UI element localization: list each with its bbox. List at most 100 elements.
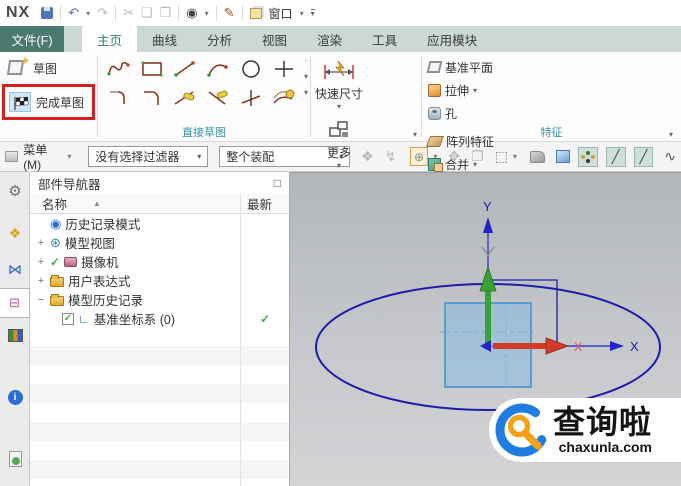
- dialog-launcher-icon[interactable]: ▾: [669, 130, 673, 139]
- assembly-navigator-button[interactable]: ❖: [0, 218, 30, 248]
- menu-button[interactable]: 菜单(M): [23, 141, 62, 172]
- check-icon: ✓: [50, 254, 61, 269]
- chaxunla-logo-icon: [495, 403, 549, 457]
- panel-title: 部件导航器: [38, 177, 101, 192]
- checkbox-checked[interactable]: ✓: [62, 312, 74, 325]
- copy-icon[interactable]: ❏: [141, 5, 153, 21]
- sort-ascending-icon[interactable]: ▲: [93, 199, 241, 208]
- undo-dropdown-icon[interactable]: ▾: [86, 9, 90, 18]
- ribbon-tab-bar: 文件(F) 主页 曲线 分析 视图 渲染 工具 应用模块: [0, 26, 681, 52]
- paste-icon[interactable]: ❐: [160, 5, 172, 21]
- extrude-button[interactable]: 拉伸 ▾: [428, 80, 681, 100]
- tab-analysis[interactable]: 分析: [192, 26, 247, 52]
- navigator-column-header[interactable]: 名称 ▲ 最新: [30, 194, 289, 214]
- gallery-up-icon[interactable]: ·: [305, 56, 308, 65]
- brush-icon[interactable]: ✎: [224, 5, 235, 21]
- display-dropdown-icon[interactable]: ▾: [205, 9, 209, 18]
- quick-extend-tool-button[interactable]: [201, 83, 234, 112]
- collapse-icon[interactable]: −: [36, 294, 46, 306]
- reuse-library-button[interactable]: [0, 320, 30, 350]
- customize-quick-access-icon[interactable]: ▾: [310, 9, 315, 18]
- rapid-dimension-button[interactable]: 快速尺寸 ▾: [313, 55, 365, 111]
- part-navigator-header: 部件导航器 □: [30, 172, 289, 194]
- menu-dropdown-icon[interactable]: ▾: [67, 152, 71, 161]
- watermark-title: 查询啦: [553, 402, 653, 441]
- selection-filter-dropdown[interactable]: 没有选择过滤器 ▾: [88, 146, 209, 167]
- tab-tools[interactable]: 工具: [357, 26, 412, 52]
- profile-tool-button[interactable]: [102, 54, 135, 83]
- redo-icon[interactable]: ↷: [97, 5, 108, 21]
- fillet-icon: [109, 90, 125, 104]
- quick-trim-tool-button[interactable]: [168, 83, 201, 112]
- save-icon[interactable]: [41, 7, 54, 19]
- display-mode-icon[interactable]: ◉: [186, 5, 197, 21]
- hole-button[interactable]: 孔: [428, 103, 681, 123]
- tab-curve[interactable]: 曲线: [137, 26, 192, 52]
- resource-bar-options-button[interactable]: ⚙: [0, 176, 30, 206]
- datum-plane-button[interactable]: 基准平面: [426, 57, 681, 77]
- expand-icon[interactable]: +: [36, 256, 46, 268]
- part-navigator-button[interactable]: ⊟: [0, 288, 30, 318]
- gallery-down-icon[interactable]: ▾: [304, 72, 308, 81]
- undo-icon[interactable]: ↶: [68, 5, 79, 21]
- web-browser-button[interactable]: i: [0, 382, 30, 412]
- make-corner-tool-button[interactable]: [234, 83, 267, 112]
- chamfer-icon: [143, 90, 159, 105]
- expand-icon[interactable]: +: [36, 275, 46, 287]
- finish-sketch-button[interactable]: 完成草图: [5, 89, 92, 115]
- column-name[interactable]: 名称: [30, 194, 67, 213]
- expand-icon[interactable]: +: [36, 237, 46, 249]
- tree-row-user-expressions[interactable]: + 用户表达式: [30, 271, 289, 290]
- tab-application[interactable]: 应用模块: [412, 26, 492, 52]
- profile-icon: [106, 61, 130, 76]
- nx-logo: NX: [6, 4, 31, 21]
- tree-row-datum-csys[interactable]: ✓ ∟ 基准坐标系 (0) ✓: [30, 309, 289, 328]
- tab-file[interactable]: 文件(F): [0, 26, 64, 52]
- circle-icon: [241, 59, 260, 78]
- column-latest[interactable]: 最新: [241, 194, 289, 213]
- wcs-y-arrowhead: [479, 265, 497, 292]
- direct-sketch-group: · ▾ ▾ 直接草图: [98, 52, 310, 141]
- fillet-tool-button[interactable]: [102, 83, 135, 112]
- rectangle-tool-button[interactable]: [135, 54, 168, 83]
- graphics-viewport[interactable]: Y X X 查询啦 chaxunla.com: [290, 172, 681, 486]
- offset-curve-tool-button[interactable]: [267, 83, 300, 112]
- main-area: ⚙ ❖ ⋈ ⊟ i 部件导航器 □ 名称 ▲ 最新 ◉ 历史记录模式 + ⊛ 模…: [0, 172, 681, 486]
- ribbon: ✦ 草图 完成草图 · ▾ ▾ 直接草图 快速尺寸 ▾ 更多 ▾ ▾ 基准平面 …: [0, 52, 681, 368]
- dialog-launcher-icon[interactable]: ▾: [413, 130, 417, 139]
- sketch-button[interactable]: ✦ 草图: [2, 54, 95, 81]
- arc-tool-button[interactable]: [201, 54, 234, 83]
- tree-row-model-views[interactable]: + ⊛ 模型视图: [30, 233, 289, 252]
- circle-tool-button[interactable]: [234, 54, 267, 83]
- highlighted-selection-icon[interactable]: ⊕: [409, 147, 429, 166]
- tree-row-history-mode[interactable]: ◉ 历史记录模式: [30, 214, 289, 233]
- history-palette-button[interactable]: [0, 444, 30, 474]
- wcs-x-label: X: [574, 340, 582, 354]
- window-icon[interactable]: [249, 7, 262, 19]
- internet-icon: i: [7, 389, 23, 405]
- part-navigator-icon: ⊟: [9, 295, 20, 310]
- move-component-icon[interactable]: ↯: [385, 148, 397, 165]
- point-tool-button[interactable]: [267, 54, 300, 83]
- column-separator[interactable]: [240, 194, 241, 486]
- constraint-navigator-button[interactable]: ⋈: [0, 254, 30, 284]
- extrude-icon: [428, 83, 441, 97]
- tree-row-model-history[interactable]: − 模型历史记录: [30, 290, 289, 309]
- tab-home[interactable]: 主页: [82, 26, 138, 52]
- more-sketch-button[interactable]: 更多 ▾: [313, 114, 365, 170]
- gallery-expand-icon[interactable]: ▾: [304, 88, 308, 97]
- window-dropdown-icon[interactable]: ▾: [300, 9, 304, 18]
- tab-render[interactable]: 渲染: [302, 26, 357, 52]
- line-tool-button[interactable]: [168, 54, 201, 83]
- chamfer-tool-button[interactable]: [135, 83, 168, 112]
- tab-view[interactable]: 视图: [247, 26, 302, 52]
- tree-row-cameras[interactable]: + ✓ 摄像机: [30, 252, 289, 271]
- popout-icon[interactable]: □: [274, 176, 281, 190]
- menu-icon: [5, 151, 19, 162]
- gallery-scroll-controls[interactable]: · ▾ ▾: [304, 56, 308, 97]
- cut-icon[interactable]: ✂: [123, 5, 134, 21]
- window-menu-label[interactable]: 窗口: [269, 5, 293, 22]
- rectangle-icon: [141, 61, 162, 76]
- dimension-group: 快速尺寸 ▾ 更多 ▾ ▾: [311, 52, 421, 170]
- unite-button[interactable]: 合并 ▾: [428, 154, 681, 174]
